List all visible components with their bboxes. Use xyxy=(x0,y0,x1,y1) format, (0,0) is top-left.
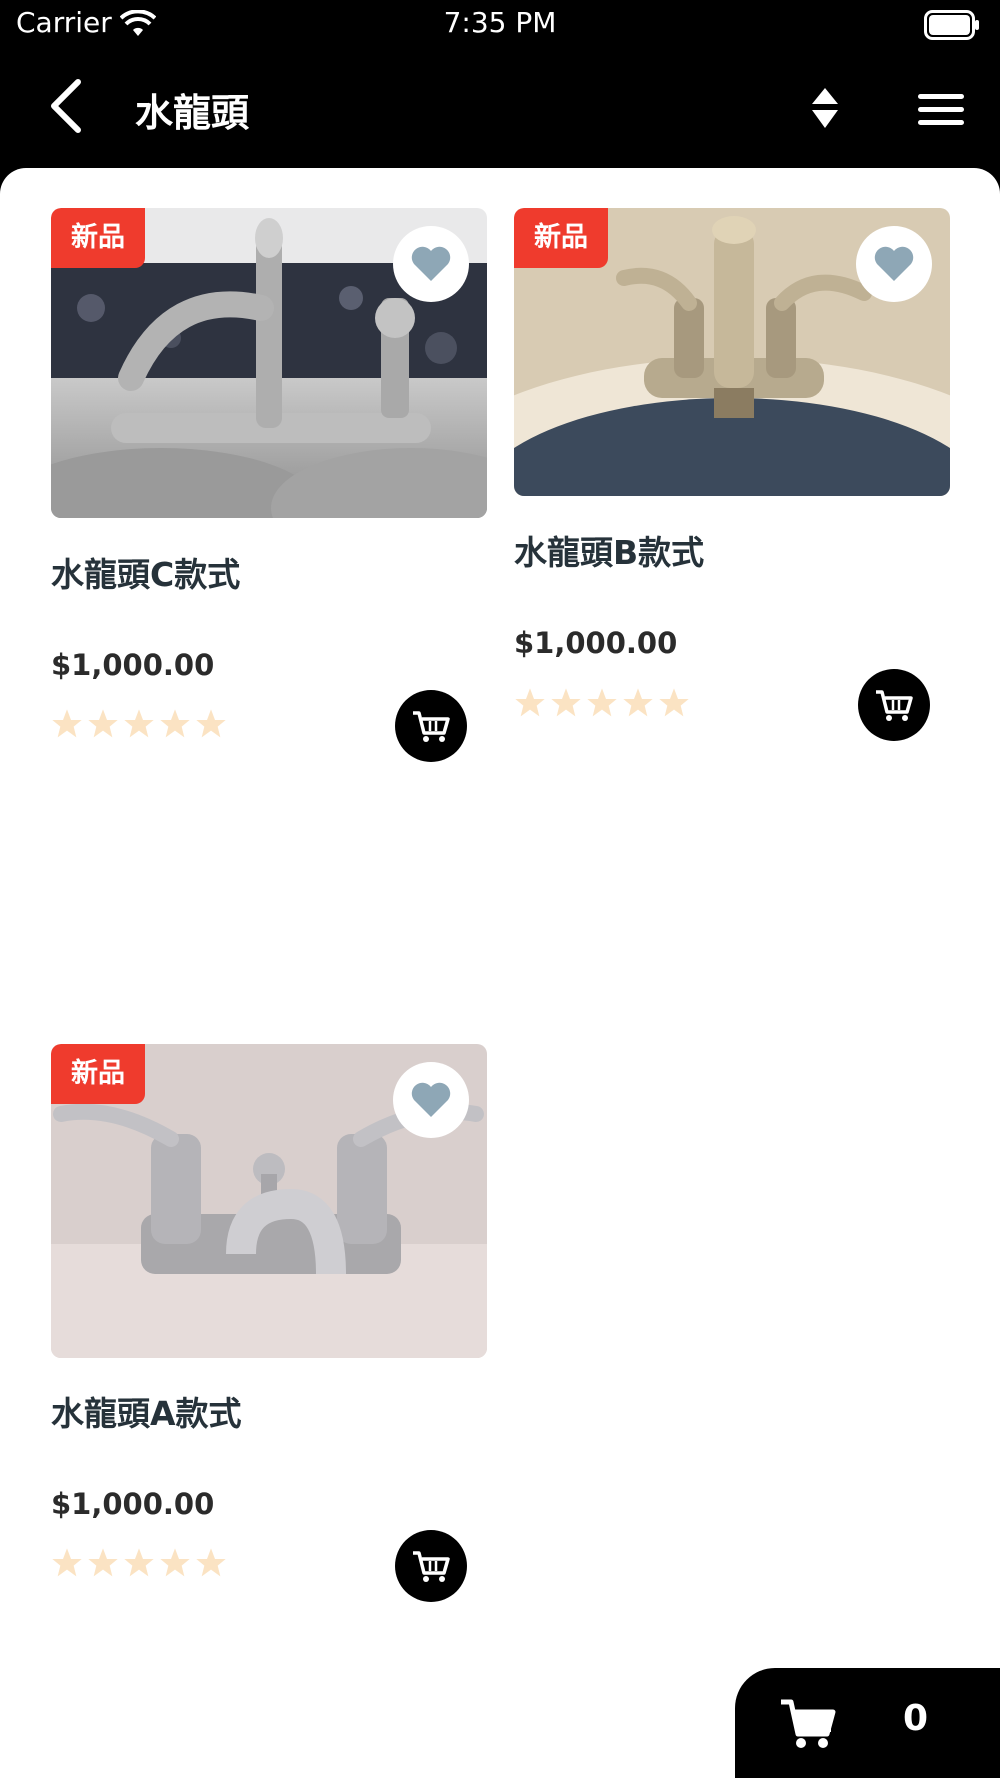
product-price: $1,000.00 xyxy=(51,1487,215,1521)
star-icon xyxy=(124,709,154,738)
shopping-cart-icon xyxy=(781,1699,836,1748)
battery-icon xyxy=(924,10,979,40)
star-icon xyxy=(551,688,581,717)
star-icon xyxy=(160,1548,190,1577)
star-icon xyxy=(88,1548,118,1577)
new-badge: 新品 xyxy=(51,1044,145,1104)
product-title[interactable]: 水龍頭C款式 xyxy=(51,548,240,596)
app-screen: Carrier 7:35 PM 水龍頭 新品 水龍頭C款式 $1,000.00 … xyxy=(0,0,1000,1778)
new-badge: 新品 xyxy=(514,208,608,268)
star-icon xyxy=(587,688,617,717)
status-bar: Carrier 7:35 PM xyxy=(0,0,1000,50)
star-icon xyxy=(88,709,118,738)
sort-icon[interactable] xyxy=(800,84,850,134)
star-icon xyxy=(659,688,689,717)
star-icon xyxy=(124,1548,154,1577)
cart-count: 0 xyxy=(903,1698,929,1739)
star-icon xyxy=(196,1548,226,1577)
product-image[interactable]: 新品 xyxy=(514,208,950,496)
product-image[interactable]: 新品 xyxy=(51,208,487,518)
rating-stars xyxy=(51,1547,227,1579)
product-card[interactable]: 新品 水龍頭A款式 $1,000.00 xyxy=(51,1044,487,1604)
star-icon xyxy=(160,709,190,738)
new-badge: 新品 xyxy=(51,208,145,268)
hamburger-menu-icon[interactable] xyxy=(912,84,970,134)
heart-icon xyxy=(411,1082,451,1117)
cart-icon xyxy=(876,690,913,721)
add-to-cart-button[interactable] xyxy=(395,1530,467,1602)
star-icon xyxy=(515,688,545,717)
product-grid: 新品 水龍頭C款式 $1,000.00 新品 水龍頭B款式 $1,000.00 … xyxy=(0,168,1000,1778)
heart-icon xyxy=(874,246,914,281)
favorite-button[interactable] xyxy=(856,226,932,302)
favorite-button[interactable] xyxy=(393,226,469,302)
product-image[interactable]: 新品 xyxy=(51,1044,487,1358)
add-to-cart-button[interactable] xyxy=(858,669,930,741)
product-title[interactable]: 水龍頭B款式 xyxy=(514,526,704,574)
back-button[interactable] xyxy=(38,76,98,136)
cart-summary-button[interactable]: 0 xyxy=(735,1668,1000,1778)
favorite-button[interactable] xyxy=(393,1062,469,1138)
product-price: $1,000.00 xyxy=(514,626,678,660)
star-icon xyxy=(52,709,82,738)
product-title[interactable]: 水龍頭A款式 xyxy=(51,1387,242,1435)
navigation-bar: 水龍頭 xyxy=(0,50,1000,168)
product-card[interactable]: 新品 水龍頭B款式 $1,000.00 xyxy=(514,208,950,748)
cart-icon xyxy=(413,1551,450,1582)
star-icon xyxy=(196,709,226,738)
add-to-cart-button[interactable] xyxy=(395,690,467,762)
rating-stars xyxy=(51,708,227,740)
heart-icon xyxy=(411,246,451,281)
star-icon xyxy=(52,1548,82,1577)
page-title: 水龍頭 xyxy=(135,91,250,135)
cart-icon xyxy=(413,711,450,742)
product-card[interactable]: 新品 水龍頭C款式 $1,000.00 xyxy=(51,208,487,768)
star-icon xyxy=(623,688,653,717)
rating-stars xyxy=(514,687,690,719)
clock: 7:35 PM xyxy=(443,6,557,39)
product-price: $1,000.00 xyxy=(51,648,215,682)
